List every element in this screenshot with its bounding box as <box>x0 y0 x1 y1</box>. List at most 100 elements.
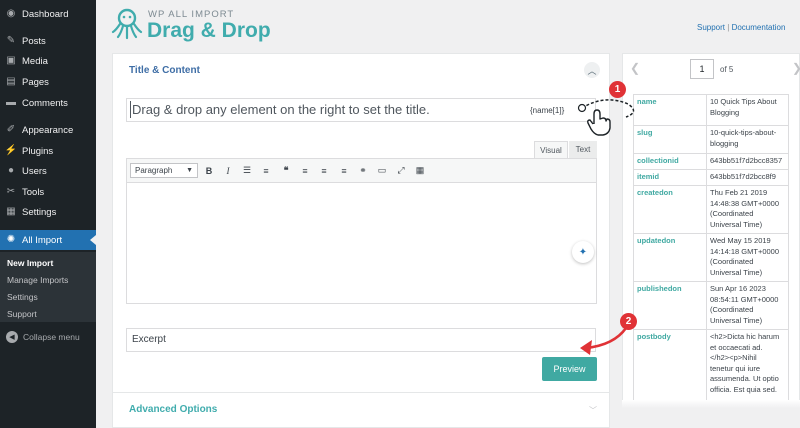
table-row: publishedon Sun Apr 16 2023 08:54:11 GMT+… <box>633 281 789 330</box>
preview-button[interactable]: Preview <box>542 357 597 381</box>
tab-text[interactable]: Text <box>569 141 597 158</box>
link-icon[interactable]: ⚭ <box>356 163 370 178</box>
menu-media[interactable]: ▣ Media <box>0 51 96 71</box>
xml-element-value[interactable]: Thu Feb 21 2019 14:48:38 GMT+0000 (Coord… <box>706 185 789 234</box>
submenu-support[interactable]: Support <box>7 309 37 319</box>
section-divider <box>112 392 610 393</box>
step-badge-one: 1 <box>609 81 626 98</box>
menu-label: Users <box>22 165 47 177</box>
plug-icon: ⚡ <box>4 145 18 156</box>
format-select[interactable]: Paragraph ▼ <box>130 163 198 178</box>
advanced-options-toggle[interactable]: Advanced Options <box>129 404 217 415</box>
xml-element-key[interactable]: slug <box>633 125 707 154</box>
table-row: createdon Thu Feb 21 2019 14:48:38 GMT+00… <box>633 185 789 234</box>
blockquote-icon[interactable]: ❝ <box>279 163 293 178</box>
xml-element-key[interactable]: postbody <box>633 329 707 402</box>
submenu-settings[interactable]: Settings <box>7 292 38 302</box>
xml-element-value[interactable]: Sun Apr 16 2023 08:54:11 GMT+0000 (Coord… <box>706 281 789 330</box>
excerpt-input[interactable] <box>126 328 596 352</box>
brand-title: Drag & Drop <box>147 19 271 42</box>
text-cursor <box>130 101 131 118</box>
menu-label: Settings <box>22 206 57 218</box>
xml-element-key[interactable]: updatedon <box>633 233 707 282</box>
link-separator: | <box>727 23 730 32</box>
xml-element-key[interactable]: itemid <box>633 169 707 186</box>
collapse-label: Collapse menu <box>23 332 80 342</box>
table-row: collectionid 643bb51f7d2bcc8357 <box>633 153 789 170</box>
comments-icon: ▬ <box>6 97 16 108</box>
menu-tools[interactable]: ✂ Tools <box>0 182 96 202</box>
section-collapse-button[interactable]: ︿ <box>584 62 600 78</box>
xml-element-value[interactable]: <h2>Dicta hic harum et occaecati ad. </h… <box>706 329 789 402</box>
octopus-icon: ✺ <box>6 234 16 245</box>
xml-element-value[interactable]: 10 Quick Tips About Blogging <box>706 94 789 126</box>
italic-icon[interactable]: I <box>221 163 235 178</box>
wrench-icon: ✂ <box>6 186 16 197</box>
collapse-menu-button[interactable]: ◀ Collapse menu <box>0 328 96 346</box>
documentation-link[interactable]: Documentation <box>732 23 786 32</box>
record-page-input[interactable]: 1 <box>690 59 714 79</box>
xml-element-value[interactable]: 643bb51f7d2bcc8f9 <box>706 169 789 186</box>
menu-label: Media <box>22 55 48 67</box>
next-record-icon[interactable]: ❯ <box>792 61 800 75</box>
table-row: slug 10-quick-tips-about- blogging <box>633 125 789 154</box>
previous-record-icon[interactable]: ❮ <box>630 61 640 75</box>
pages-icon: ▤ <box>6 76 16 87</box>
menu-label: Pages <box>22 76 49 88</box>
chevron-down-icon: ▼ <box>186 167 193 174</box>
xml-element-key[interactable]: collectionid <box>633 153 707 170</box>
dashboard-icon: ◉ <box>6 8 16 19</box>
table-row: postbody <h2>Dicta hic harum et occaecati… <box>633 329 789 402</box>
xml-element-key[interactable]: createdon <box>633 185 707 234</box>
users-icon: ● <box>7 165 15 176</box>
bold-icon[interactable]: B <box>202 163 216 178</box>
tab-visual[interactable]: Visual <box>534 141 568 158</box>
read-more-icon[interactable]: ▭ <box>375 163 389 178</box>
panel-bottom-fade <box>622 400 800 408</box>
menu-pages[interactable]: ▤ Pages <box>0 72 96 92</box>
menu-appearance[interactable]: ✐ Appearance <box>0 120 96 140</box>
chevron-up-icon: ︿ <box>587 65 597 76</box>
excerpt-placeholder: Excerpt <box>132 334 166 345</box>
xml-element-value[interactable]: 10-quick-tips-about- blogging <box>706 125 789 154</box>
menu-posts[interactable]: ✎ Posts <box>0 31 96 51</box>
menu-label: Dashboard <box>22 8 69 20</box>
align-left-icon[interactable]: ≡ <box>298 163 312 178</box>
settings-icon: ▦ <box>6 206 16 217</box>
submenu-manage-imports[interactable]: Manage Imports <box>7 275 68 285</box>
bullet-list-icon[interactable]: ☰ <box>240 163 254 178</box>
pin-icon: ✎ <box>6 35 16 46</box>
xml-element-key[interactable]: name <box>633 94 707 126</box>
menu-label: Plugins <box>22 145 54 157</box>
octopus-logo-icon <box>111 8 143 40</box>
toolbar-toggle-icon[interactable]: ▦ <box>413 163 427 178</box>
menu-label: All Import <box>22 234 63 246</box>
align-right-icon[interactable]: ≡ <box>337 163 351 178</box>
section-title[interactable]: Title & Content <box>129 65 200 76</box>
menu-all-import[interactable]: ✺ All Import <box>0 230 96 250</box>
step-badge-two: 2 <box>620 313 637 330</box>
submenu-new-import[interactable]: New Import <box>7 258 53 268</box>
collapse-icon: ◀ <box>6 331 18 343</box>
all-import-submenu: New Import Manage Imports Settings Suppo… <box>0 252 96 322</box>
menu-users[interactable]: ● Users <box>0 161 96 181</box>
xml-element-value[interactable]: Wed May 15 2019 14:14:18 GMT+0000 (Coord… <box>706 233 789 282</box>
numbered-list-icon[interactable]: ≡ <box>259 163 273 178</box>
chevron-down-icon[interactable]: ﹀ <box>589 405 597 416</box>
support-link[interactable]: Support <box>697 23 725 32</box>
align-center-icon[interactable]: ≡ <box>317 163 331 178</box>
format-select-value: Paragraph <box>135 166 173 175</box>
xml-element-key[interactable]: publishedon <box>633 281 707 330</box>
menu-plugins[interactable]: ⚡ Plugins <box>0 141 96 161</box>
brush-icon: ✐ <box>6 124 16 135</box>
menu-settings[interactable]: ▦ Settings <box>0 202 96 222</box>
fullscreen-icon[interactable]: ⤢ <box>394 163 408 178</box>
menu-label: Posts <box>22 35 46 47</box>
record-page-total: of 5 <box>720 65 734 74</box>
table-row: name 10 Quick Tips About Blogging <box>633 94 789 126</box>
menu-dashboard[interactable]: ◉ Dashboard <box>0 4 96 24</box>
header-links: Support | Documentation <box>697 23 785 32</box>
xml-element-value[interactable]: 643bb51f7d2bcc8357 <box>706 153 789 170</box>
menu-comments[interactable]: ▬ Comments <box>0 93 96 113</box>
ai-assist-icon[interactable]: ✦ <box>572 241 594 263</box>
